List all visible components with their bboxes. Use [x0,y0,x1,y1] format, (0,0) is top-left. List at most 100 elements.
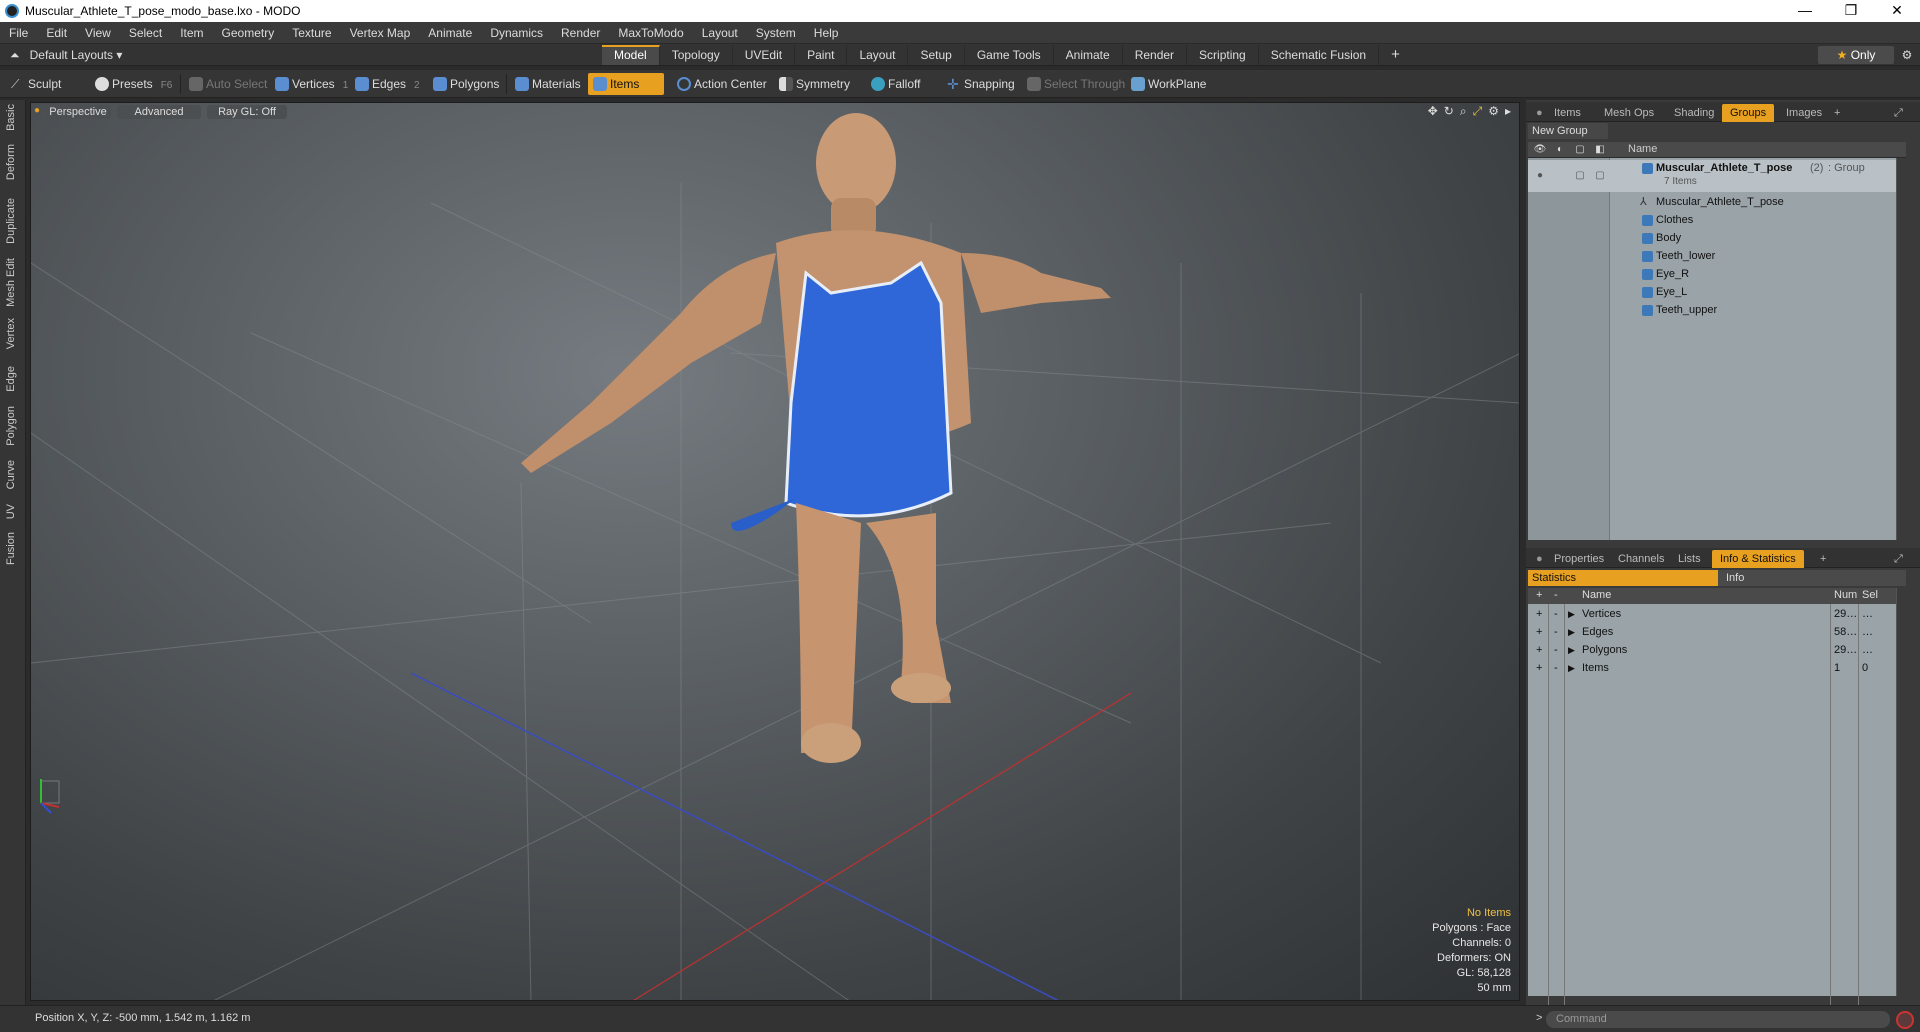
tab-model[interactable]: Model [602,45,660,65]
left-tab-edge[interactable]: Edge [5,366,17,392]
row-remove-icon[interactable]: - [1554,608,1558,620]
table-row[interactable]: + - ▶ Items 1 0 [1528,660,1906,678]
tab-shading[interactable]: Shading [1666,104,1722,122]
left-tab-fusion[interactable]: Fusion [5,532,17,565]
add-all-icon[interactable]: + [1536,589,1542,601]
menu-texture[interactable]: Texture [283,22,340,44]
edges-button[interactable]: Edges 2 [350,73,426,95]
shading-dropdown[interactable]: Advanced [117,105,201,119]
3d-viewport[interactable]: ● Perspective Advanced Ray GL: Off ✥ ↻ ⌕… [30,102,1520,1001]
snapping-button[interactable]: ✛ Snapping [942,73,1021,95]
tree-item-muscular-athlete[interactable]: ⅄ Muscular_Athlete_T_pose [1528,194,1906,212]
default-layouts-dropdown[interactable]: ⏶ Default Layouts ▾ [10,44,122,66]
group-row[interactable]: ● ▢ ▢ Muscular_Athlete_T_pose (2) : Grou… [1528,160,1906,192]
menu-render[interactable]: Render [552,22,609,44]
left-tab-vertex[interactable]: Vertex [5,318,17,349]
render-col-icon[interactable]: ◐ [1550,142,1570,158]
tree-item-teeth-lower[interactable]: Teeth_lower [1528,248,1906,266]
menu-maxtomodo[interactable]: MaxToModo [609,22,692,44]
tab-schematic-fusion[interactable]: Schematic Fusion [1259,45,1380,65]
row-expand-icon[interactable]: ▶ [1568,609,1575,620]
row-add-icon[interactable]: + [1536,608,1542,620]
add-panel-tab-icon[interactable]: + [1826,104,1848,122]
tab-mesh-ops[interactable]: Mesh Ops [1596,104,1662,122]
maximize-icon[interactable]: ❐ [1828,0,1874,22]
menu-item[interactable]: Item [171,22,212,44]
row-remove-icon[interactable]: - [1554,626,1558,638]
left-tab-duplicate[interactable]: Duplicate [5,198,17,244]
row-expand-icon[interactable]: ▶ [1568,663,1575,674]
eye-col-icon[interactable]: 👁 [1530,142,1550,158]
tree-item-clothes[interactable]: Clothes [1528,212,1906,230]
raygl-dropdown[interactable]: Ray GL: Off [207,105,287,119]
tab-channels[interactable]: Channels [1610,550,1672,568]
left-tab-basic[interactable]: Basic [5,104,17,131]
group-eye-icon[interactable]: ● [1530,168,1550,184]
tree-item-body[interactable]: Body [1528,230,1906,248]
vertices-button[interactable]: Vertices 1 [270,73,354,95]
menu-view[interactable]: View [76,22,120,44]
viewport-expand-icon[interactable]: ▸ [1505,104,1511,119]
tab-uvedit[interactable]: UVEdit [733,45,796,65]
workplane-button[interactable]: WorkPlane [1126,73,1212,95]
tab-lists[interactable]: Lists [1670,550,1709,568]
row-add-icon[interactable]: + [1536,644,1542,656]
table-row[interactable]: + - ▶ Vertices 29… … [1528,606,1906,624]
tab-properties[interactable]: Properties [1546,550,1612,568]
command-input[interactable]: Command [1546,1011,1890,1028]
tab-info-statistics[interactable]: Info & Statistics [1712,550,1804,568]
remove-all-icon[interactable]: - [1554,589,1558,601]
select-through-button[interactable]: Select Through [1022,73,1131,95]
perspective-dropdown[interactable]: Perspective [45,105,111,119]
sculpt-button[interactable]: ⟋ Sculpt [6,73,67,95]
table-row[interactable]: + - ▶ Edges 58… … [1528,624,1906,642]
only-button[interactable]: ★ Only [1818,46,1894,64]
tab-setup[interactable]: Setup [908,45,965,65]
tab-game-tools[interactable]: Game Tools [965,45,1054,65]
materials-button[interactable]: Materials [510,73,587,95]
gear-icon[interactable]: ⚙ [1896,44,1918,66]
menu-help[interactable]: Help [805,22,848,44]
tab-items[interactable]: Items [1546,104,1589,122]
viewport-menu-icon[interactable]: ● [34,105,40,116]
group-lock-icon[interactable]: ▢ [1570,168,1590,184]
row-add-icon[interactable]: + [1536,662,1542,674]
tree-scrollbar[interactable] [1896,158,1906,540]
left-tab-curve[interactable]: Curve [5,460,17,489]
tab-topology[interactable]: Topology [660,45,733,65]
close-icon[interactable]: ✕ [1874,0,1920,22]
tab-images[interactable]: Images [1778,104,1830,122]
presets-button[interactable]: Presets F6 [90,73,178,95]
select-col-icon[interactable]: ◧ [1590,142,1610,158]
menu-select[interactable]: Select [120,22,171,44]
menu-geometry[interactable]: Geometry [213,22,284,44]
viewport-settings-icon[interactable]: ⚙ [1488,104,1499,119]
auto-select-button[interactable]: Auto Select [184,73,273,95]
orbit-icon[interactable]: ↻ [1444,104,1454,119]
group-select-icon[interactable]: ▢ [1590,168,1610,184]
left-tab-polygon[interactable]: Polygon [5,406,17,446]
table-row[interactable]: + - ▶ Polygons 29… … [1528,642,1906,660]
tab-animate[interactable]: Animate [1054,45,1123,65]
stats-scrollbar[interactable] [1896,588,1906,996]
tab-groups[interactable]: Groups [1722,104,1775,122]
tab-layout[interactable]: Layout [847,45,909,65]
symmetry-button[interactable]: Symmetry [774,73,856,95]
polygons-button[interactable]: Polygons [428,73,505,95]
tree-item-eye-r[interactable]: Eye_R [1528,266,1906,284]
new-group-button[interactable]: New Group [1528,123,1608,139]
add-panel-tab-icon[interactable]: + [1812,550,1834,568]
pan-icon[interactable]: ✥ [1428,104,1438,119]
lock-col-icon[interactable]: ▢ [1570,142,1590,158]
row-expand-icon[interactable]: ▶ [1568,627,1575,638]
row-add-icon[interactable]: + [1536,626,1542,638]
left-tab-uv[interactable]: UV [5,504,17,519]
tab-render[interactable]: Render [1123,45,1188,65]
menu-system[interactable]: System [747,22,805,44]
menu-vertex-map[interactable]: Vertex Map [341,22,420,44]
falloff-button[interactable]: Falloff [866,73,926,95]
action-center-button[interactable]: Action Center [672,73,773,95]
menu-edit[interactable]: Edit [37,22,76,44]
subtab-statistics[interactable]: Statistics [1528,570,1718,586]
menu-layout[interactable]: Layout [693,22,747,44]
